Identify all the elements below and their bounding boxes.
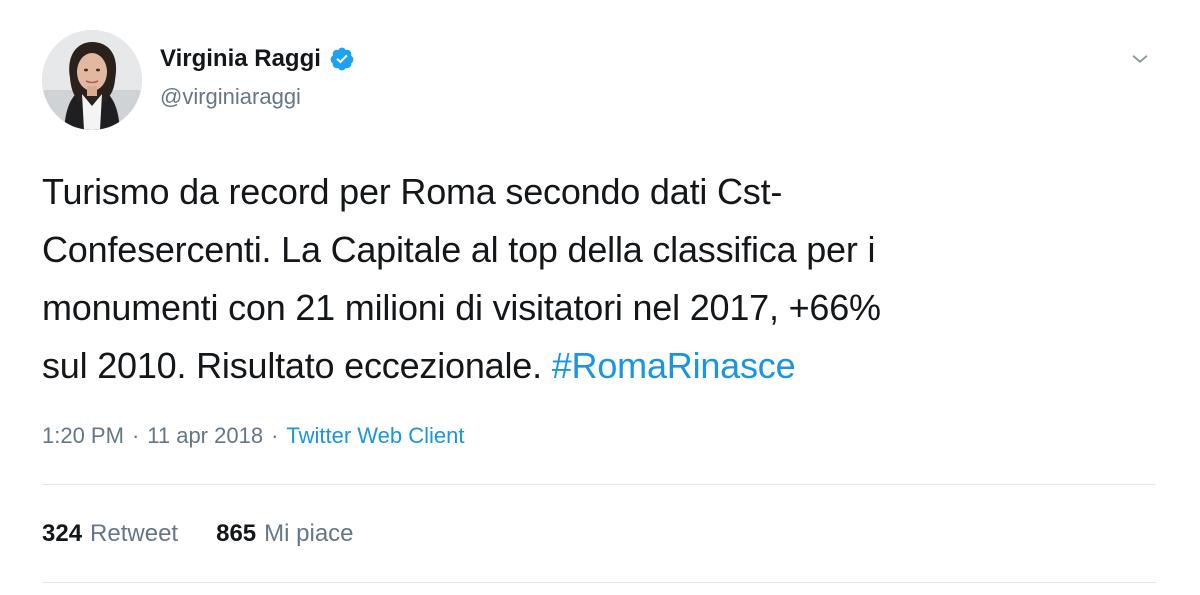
retweets-count: 324 [42,520,83,547]
divider [42,484,1156,485]
tweet-card: Virginia Raggi @virginiaraggi Turismo da… [0,0,1200,595]
author-handle[interactable]: @virginiaraggi [160,86,301,108]
tweet-text-line: Confesercenti. La Capitale al top della … [42,229,876,270]
author-name-row[interactable]: Virginia Raggi [160,46,355,72]
tweet-stats: 324 Retweet 865 Mi piace [42,519,354,549]
verified-badge-icon [329,46,355,72]
tweet-text-line: Turismo da record per Roma secondo dati … [42,171,783,212]
avatar-image [42,30,142,130]
tweet-menu-button[interactable] [1125,44,1155,74]
hashtag-link[interactable]: #RomaRinasce [552,345,796,386]
tweet-text-tail: sul 2010. Risultato eccezionale. [42,345,542,386]
author-display-name[interactable]: Virginia Raggi [160,47,321,71]
tweet-text: Turismo da record per Roma secondo dati … [42,163,1152,395]
likes-count: 865 [216,520,257,547]
meta-separator: · [131,423,140,448]
divider [42,582,1156,583]
tweet-text-line-last: sul 2010. Risultato eccezionale. #RomaRi… [42,337,1152,395]
tweet-date[interactable]: 11 apr 2018 [147,422,263,450]
likes-stat[interactable]: 865 Mi piace [216,519,353,549]
tweet-meta: 1:20 PM · 11 apr 2018 · Twitter Web Clie… [42,422,465,450]
chevron-down-icon [1132,55,1148,63]
tweet-time[interactable]: 1:20 PM [42,422,124,450]
tweet-text-line: monumenti con 21 milioni di visitatori n… [42,287,881,328]
retweets-label: Retweet [90,520,179,547]
retweets-stat[interactable]: 324 Retweet [42,519,178,549]
meta-separator: · [271,423,279,448]
likes-label: Mi piace [264,520,354,547]
avatar[interactable] [42,30,142,130]
source-link[interactable]: Twitter Web Client [286,422,464,450]
